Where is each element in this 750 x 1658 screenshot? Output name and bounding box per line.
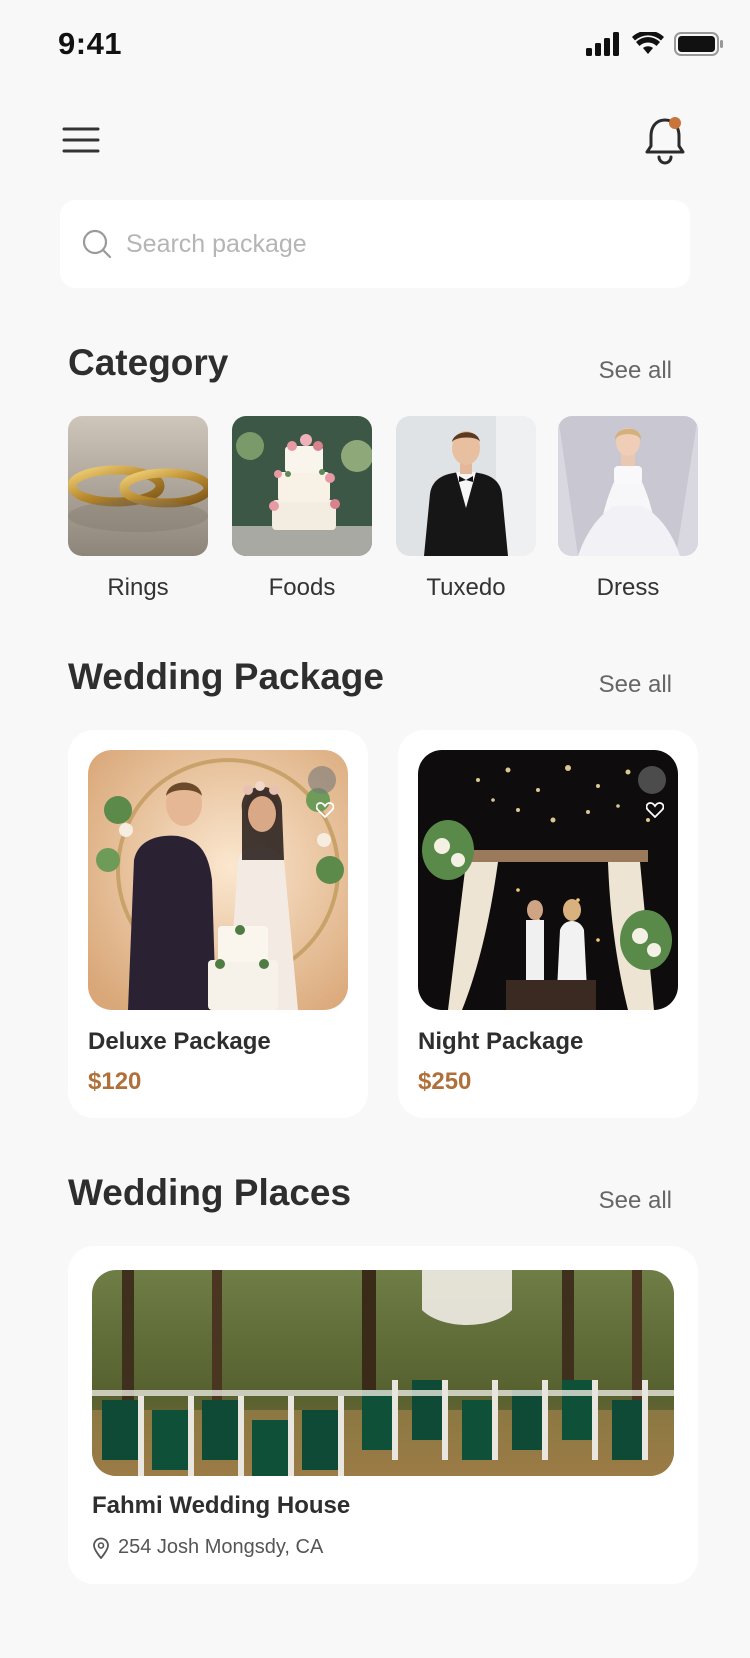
search-icon xyxy=(82,229,112,259)
rings-image xyxy=(68,416,208,556)
notification-dot xyxy=(669,117,681,129)
bell-icon xyxy=(645,117,685,165)
night-package-image xyxy=(418,750,678,1010)
category-title: Category xyxy=(68,342,229,383)
wedding-package-see-all-link[interactable]: See all xyxy=(599,671,672,699)
favorite-indicator xyxy=(638,766,666,794)
place-address-row: 254 Josh Mongsdy, CA xyxy=(92,1536,674,1559)
category-item-tuxedo[interactable]: Tuxedo xyxy=(396,416,536,602)
dress-image xyxy=(558,416,698,556)
package-name: Deluxe Package xyxy=(88,1028,271,1055)
notification-button[interactable] xyxy=(644,114,690,168)
place-address: 254 Josh Mongsdy, CA xyxy=(118,1536,324,1558)
package-card-deluxe[interactable]: Deluxe Package $120 xyxy=(68,730,368,1118)
deluxe-package-image xyxy=(88,750,348,1010)
category-item-foods[interactable]: Foods xyxy=(232,416,372,602)
menu-button[interactable] xyxy=(60,122,100,158)
search-input[interactable] xyxy=(126,229,666,259)
signal-icon xyxy=(586,32,619,56)
package-price: $120 xyxy=(88,1068,142,1095)
category-label: Rings xyxy=(107,574,169,601)
menu-icon xyxy=(62,127,100,153)
category-item-dress[interactable]: Dress xyxy=(558,416,698,602)
package-name: Night Package xyxy=(418,1028,584,1055)
category-item-rings[interactable]: Rings xyxy=(68,416,208,602)
category-label: Tuxedo xyxy=(426,574,506,601)
place-name: Fahmi Wedding House xyxy=(92,1492,351,1519)
package-price: $250 xyxy=(418,1068,472,1095)
status-time: 9:41 xyxy=(58,26,123,61)
wedding-place-image xyxy=(92,1270,674,1476)
search-bar[interactable] xyxy=(60,200,690,288)
place-card[interactable]: Fahmi Wedding House 254 Josh Mongsdy, CA xyxy=(68,1246,698,1584)
wedding-places-see-all-link[interactable]: See all xyxy=(599,1187,672,1215)
package-card-night[interactable]: Night Package $250 xyxy=(398,730,698,1118)
wifi-icon xyxy=(632,32,664,54)
location-pin-icon xyxy=(93,1537,109,1559)
wedding-package-title: Wedding Package xyxy=(68,656,384,697)
wedding-places-title: Wedding Places xyxy=(68,1172,352,1213)
favorite-indicator xyxy=(308,766,336,794)
battery-icon xyxy=(674,32,723,56)
foods-image xyxy=(232,416,372,556)
status-icons xyxy=(586,32,724,56)
category-label: Dress xyxy=(596,574,660,601)
tuxedo-image xyxy=(396,416,536,556)
category-label: Foods xyxy=(268,574,336,601)
heart-icon[interactable] xyxy=(646,802,664,818)
heart-icon[interactable] xyxy=(316,802,334,818)
category-see-all-link[interactable]: See all xyxy=(599,357,672,385)
